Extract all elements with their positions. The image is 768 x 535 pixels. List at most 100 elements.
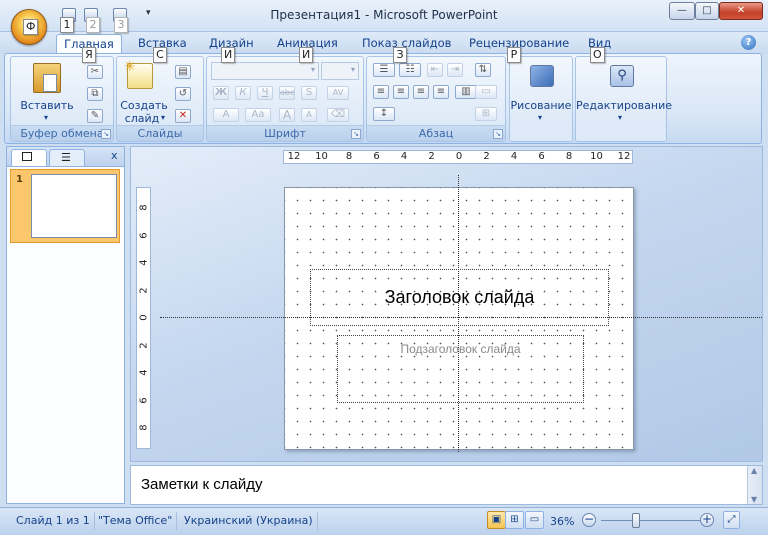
align-left-icon[interactable]: ≡: [373, 85, 389, 99]
ruler-tick-label: 2: [428, 151, 435, 162]
font-size-combo[interactable]: ▾: [321, 62, 359, 80]
ruler-tick-label: 2: [483, 151, 490, 162]
numbering-icon[interactable]: ☷: [399, 63, 421, 77]
clipboard-launcher-icon[interactable]: ↘: [101, 129, 111, 139]
ruler-tick-label: 8: [138, 204, 150, 211]
italic-button[interactable]: К: [235, 86, 251, 100]
format-painter-icon[interactable]: ✎: [87, 109, 103, 123]
scroll-down-icon[interactable]: ▼: [751, 495, 757, 504]
bullets-icon[interactable]: ☰: [373, 63, 395, 77]
font-color-button[interactable]: A: [213, 108, 239, 122]
slide-show-icon[interactable]: ▭: [525, 511, 544, 529]
slide-sorter-icon[interactable]: ⊞: [505, 511, 524, 529]
ruler-tick-label: 8: [345, 151, 353, 162]
zoom-slider-thumb[interactable]: [631, 513, 640, 528]
grow-font-button[interactable]: A: [279, 108, 295, 122]
maximize-button[interactable]: □: [695, 2, 719, 20]
slide-thumbnail[interactable]: [31, 174, 117, 238]
decrease-indent-icon[interactable]: ⇤: [427, 63, 443, 77]
paste-icon[interactable]: [33, 63, 61, 93]
columns-icon[interactable]: ▥: [455, 85, 477, 99]
keytip-tab-insert: С: [153, 47, 167, 63]
language-indicator[interactable]: Украинский (Украина): [180, 512, 318, 530]
slide-thumbnail-selected[interactable]: 1: [10, 169, 120, 243]
help-icon[interactable]: ?: [741, 35, 756, 50]
font-launcher-icon[interactable]: ↘: [351, 129, 361, 139]
keytip-tab-animation: И: [299, 47, 314, 63]
char-spacing-button[interactable]: AV: [327, 86, 349, 100]
ruler-tick-label: 8: [565, 151, 573, 162]
clipboard-group-label: Буфер обмена: [11, 125, 113, 141]
bold-button[interactable]: Ж: [213, 86, 229, 100]
office-button[interactable]: Ф: [11, 9, 47, 45]
layout-icon[interactable]: ▤: [175, 65, 191, 79]
line-spacing-icon[interactable]: ↕: [373, 107, 395, 121]
drawing-button[interactable]: Рисование: [510, 99, 572, 112]
text-shadow-button[interactable]: S: [301, 86, 317, 100]
ruler-tick-label: 0: [138, 314, 150, 321]
vertical-ruler[interactable]: 8 6 4 2 0 2 4 6 8: [136, 187, 151, 449]
drawing-group: Рисование ▾: [509, 56, 573, 142]
editing-button[interactable]: Редактирование: [576, 99, 672, 112]
keytip-tab-slide-show: З: [393, 47, 407, 63]
editing-dropdown-icon[interactable]: ▾: [618, 113, 622, 122]
increase-indent-icon[interactable]: ⇥: [447, 63, 463, 77]
tab-slides[interactable]: [11, 149, 47, 166]
clear-format-icon[interactable]: ⌫: [327, 108, 349, 122]
reset-slide-icon[interactable]: ↺: [175, 87, 191, 101]
scroll-up-icon[interactable]: ▲: [751, 466, 757, 475]
new-slide-icon[interactable]: ✳: [124, 59, 153, 89]
new-slide-label-1[interactable]: Создать: [119, 99, 169, 112]
notes-scrollbar[interactable]: ▲ ▼: [747, 466, 762, 504]
slides-group: ✳ Создать слайд ▾ ▤ ↺ ✕ Слайды: [116, 56, 204, 142]
minimize-button[interactable]: —: [669, 2, 695, 20]
fit-to-window-icon[interactable]: ⤢: [723, 511, 740, 529]
zoom-slider-track[interactable]: [601, 520, 701, 521]
new-slide-label-2[interactable]: слайд: [119, 112, 165, 125]
keytip-office: Ф: [23, 19, 39, 35]
align-text-icon[interactable]: ▭: [475, 85, 497, 99]
paragraph-group-label: Абзац: [367, 125, 505, 141]
shrink-font-button[interactable]: A: [301, 108, 317, 122]
zoom-level[interactable]: 36%: [550, 515, 574, 528]
font-group: ▾ ▾ Ж К Ч abc S AV A Aa A A ⌫ Шрифт ↘: [206, 56, 364, 142]
title-placeholder-text: Заголовок слайда: [384, 287, 535, 307]
text-direction-icon[interactable]: ⇅: [475, 63, 491, 77]
smartart-icon[interactable]: ⊞: [475, 107, 497, 121]
zoom-out-icon[interactable]: −: [582, 513, 596, 527]
justify-icon[interactable]: ≡: [433, 85, 449, 99]
strikethrough-button[interactable]: abc: [279, 86, 295, 100]
subtitle-placeholder[interactable]: Подзаголовок слайда: [337, 335, 584, 403]
binoculars-icon[interactable]: ⚲: [610, 65, 634, 87]
paste-dropdown-icon[interactable]: ▾: [44, 113, 48, 122]
normal-view-icon[interactable]: ▣: [487, 511, 506, 529]
copy-icon[interactable]: ⧉: [87, 87, 103, 101]
underline-button[interactable]: Ч: [257, 86, 273, 100]
tab-outline[interactable]: ☰: [49, 149, 85, 166]
ruler-tick-label: 6: [138, 396, 150, 404]
shapes-icon[interactable]: [530, 65, 554, 87]
ruler-tick-label: 6: [138, 231, 150, 239]
close-button[interactable]: ✕: [719, 2, 763, 20]
delete-slide-icon[interactable]: ✕: [175, 109, 191, 123]
paste-button[interactable]: Вставить: [17, 99, 77, 112]
new-slide-dropdown-icon[interactable]: ▾: [161, 113, 165, 122]
theme-name: "Тема Office": [94, 512, 178, 530]
ruler-tick-label: 0: [455, 151, 463, 162]
ruler-tick-label: 4: [510, 151, 518, 162]
drawing-dropdown-icon[interactable]: ▾: [538, 113, 542, 122]
horizontal-ruler[interactable]: 12 10 8 6 4 2 0 2 4 6 8 10 12: [283, 150, 633, 164]
align-center-icon[interactable]: ≡: [393, 85, 409, 99]
slides-pane: ☰ x 1: [6, 146, 125, 504]
title-placeholder[interactable]: Заголовок слайда: [310, 269, 609, 326]
change-case-button[interactable]: Aa: [245, 108, 271, 122]
align-right-icon[interactable]: ≡: [413, 85, 429, 99]
notes-pane[interactable]: Заметки к слайду ▲ ▼: [130, 465, 763, 505]
ruler-tick-label: 6: [373, 151, 380, 162]
font-group-label: Шрифт: [207, 125, 363, 141]
zoom-in-icon[interactable]: +: [700, 513, 714, 527]
paragraph-launcher-icon[interactable]: ↘: [493, 129, 503, 139]
cut-icon[interactable]: ✂: [87, 65, 103, 79]
close-pane-icon[interactable]: x: [111, 149, 118, 162]
font-name-combo[interactable]: ▾: [211, 62, 319, 80]
